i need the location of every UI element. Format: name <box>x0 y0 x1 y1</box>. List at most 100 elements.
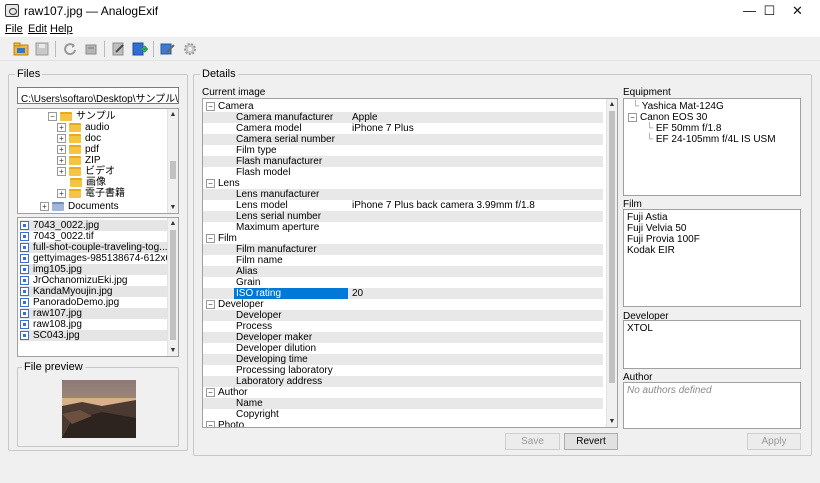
scroll-thumb[interactable] <box>170 161 176 179</box>
property-row[interactable]: Grain <box>203 277 603 288</box>
property-row[interactable]: Name <box>203 398 603 409</box>
file-list-item[interactable]: JrOchanomizuEki.jpg <box>20 275 168 286</box>
collapse-icon[interactable]: − <box>206 101 215 111</box>
developer-list[interactable]: XTOL <box>623 320 801 369</box>
file-list-item[interactable]: gettyimages-985138674-612x61... <box>20 253 168 264</box>
tree-item-ebooks[interactable]: + 電子書籍 <box>57 188 125 199</box>
film-item[interactable]: Fuji Provia 100F <box>627 234 700 245</box>
equipment-tree[interactable]: └ Yashica Mat-124G − Canon EOS 30 └ EF 50… <box>623 98 801 196</box>
save-icon[interactable] <box>33 40 51 58</box>
gear-edit-icon[interactable] <box>159 40 177 58</box>
expand-icon[interactable]: + <box>57 166 66 176</box>
settings-gear-icon[interactable] <box>181 40 199 58</box>
category-row[interactable]: − Camera <box>206 101 254 112</box>
scroll-up-icon[interactable]: ▲ <box>168 109 178 120</box>
property-value[interactable]: iPhone 7 Plus <box>352 123 414 134</box>
film-item[interactable]: Fuji Velvia 50 <box>627 223 686 234</box>
revert-icon[interactable] <box>82 40 100 58</box>
tree-item-pdf[interactable]: + pdf <box>57 144 99 155</box>
scroll-down-icon[interactable]: ▼ <box>168 202 178 213</box>
property-row[interactable]: Developing time <box>203 354 603 365</box>
scroll-up-icon[interactable]: ▲ <box>168 218 178 229</box>
file-list-item[interactable]: full-shot-couple-traveling-tog... <box>20 242 168 253</box>
property-row[interactable]: Camera manufacturer Apple <box>203 112 603 123</box>
tree-item-images[interactable]: 画像 <box>70 177 106 188</box>
close-button[interactable]: ✕ <box>775 0 820 22</box>
developer-item[interactable]: XTOL <box>627 323 653 334</box>
scroll-down-icon[interactable]: ▼ <box>168 345 178 356</box>
tree-item-sample[interactable]: − サンプル <box>48 111 116 122</box>
property-value[interactable]: Apple <box>352 112 378 123</box>
tree-item-zip[interactable]: + ZIP <box>57 155 101 166</box>
property-value[interactable]: iPhone 7 Plus back camera 3.99mm f/1.8 <box>352 200 535 211</box>
path-input[interactable]: C:\Users\softaro\Desktop\サンプル\画像 <box>17 87 179 104</box>
equipment-lens-item[interactable]: └ EF 24-105mm f/4L IS USM <box>646 134 776 145</box>
file-list-item[interactable]: 7043_0022.tif <box>20 231 168 242</box>
film-list[interactable]: Fuji Astia Fuji Velvia 50 Fuji Provia 10… <box>623 209 801 307</box>
menu-edit[interactable]: Edit <box>28 23 47 35</box>
folder-tree[interactable]: − サンプル + audio + doc + pdf + ZIP + ビデオ 画像 + 電子書… <box>17 108 179 214</box>
category-row[interactable]: − Film <box>206 233 237 244</box>
property-row[interactable]: Camera serial number <box>203 134 603 145</box>
tree-item-video[interactable]: + ビデオ <box>57 166 115 177</box>
collapse-icon[interactable]: − <box>628 112 637 122</box>
menu-help[interactable]: Help <box>50 23 73 35</box>
menu-file[interactable]: File <box>5 23 23 35</box>
file-list-item[interactable]: SC043.jpg <box>20 330 168 341</box>
category-row[interactable]: − Photo <box>206 420 244 427</box>
tree-item-audio[interactable]: + audio <box>57 122 109 133</box>
equipment-item[interactable]: − Canon EOS 30 <box>628 112 707 123</box>
file-list[interactable]: 7043_0022.jpg 7043_0022.tif full-shot-co… <box>17 217 179 357</box>
expand-icon[interactable]: + <box>40 201 49 211</box>
property-row[interactable]: Lens model iPhone 7 Plus back camera 3.99… <box>203 200 603 211</box>
collapse-icon[interactable]: − <box>206 387 215 397</box>
property-value[interactable]: 20 <box>352 288 363 299</box>
file-list-scrollbar[interactable]: ▲ ▼ <box>167 218 178 356</box>
property-scrollbar[interactable]: ▲ ▼ <box>606 99 617 427</box>
property-row[interactable]: Developer maker <box>203 332 603 343</box>
property-row[interactable]: Film name <box>203 255 603 266</box>
category-row[interactable]: − Lens <box>206 178 240 189</box>
file-list-item[interactable]: img105.jpg <box>20 264 168 275</box>
export-icon[interactable] <box>131 40 149 58</box>
open-folder-icon[interactable] <box>12 40 30 58</box>
equipment-item[interactable]: └ Yashica Mat-124G <box>632 101 724 112</box>
collapse-icon[interactable]: − <box>206 178 215 188</box>
property-row[interactable]: Lens serial number <box>203 211 603 222</box>
expand-icon[interactable]: + <box>57 188 66 198</box>
file-list-item[interactable]: 7043_0022.jpg <box>20 220 168 231</box>
property-row[interactable]: Flash model <box>203 167 603 178</box>
collapse-icon[interactable]: − <box>206 420 215 427</box>
film-item[interactable]: Kodak EIR <box>627 245 675 256</box>
equipment-lens-item[interactable]: └ EF 50mm f/1.8 <box>646 123 721 134</box>
tree-item-doc[interactable]: + doc <box>57 133 101 144</box>
file-list-item[interactable]: PanoradoDemo.jpg <box>20 297 168 308</box>
property-row[interactable]: Maximum aperture <box>203 222 603 233</box>
expand-icon[interactable]: + <box>57 144 66 154</box>
reload-icon[interactable] <box>61 40 79 58</box>
property-row[interactable]: Alias <box>203 266 603 277</box>
expand-icon[interactable]: + <box>57 133 66 143</box>
tree-scrollbar[interactable]: ▲ ▼ <box>167 109 178 213</box>
collapse-icon[interactable]: − <box>48 111 57 121</box>
file-list-item[interactable]: KandaMyoujin.jpg <box>20 286 168 297</box>
collapse-icon[interactable]: − <box>206 299 215 309</box>
author-list[interactable]: No authors defined <box>623 382 801 429</box>
property-table[interactable]: − Camera Camera manufacturer Apple Camera mo… <box>202 98 618 428</box>
scroll-up-icon[interactable]: ▲ <box>607 99 617 110</box>
apply-button[interactable]: Apply <box>747 433 801 450</box>
property-row[interactable]: Film type <box>203 145 603 156</box>
property-row[interactable]: Copyright <box>203 409 603 420</box>
expand-icon[interactable]: + <box>57 155 66 165</box>
file-list-item-selected[interactable]: raw107.jpg <box>20 308 168 319</box>
scroll-thumb[interactable] <box>170 230 176 340</box>
property-row[interactable]: Developer <box>203 310 603 321</box>
tree-item-documents[interactable]: + Documents <box>40 201 119 212</box>
property-row[interactable]: Film manufacturer <box>203 244 603 255</box>
category-row[interactable]: − Developer <box>206 299 264 310</box>
save-button[interactable]: Save <box>505 433 560 450</box>
file-list-item[interactable]: raw108.jpg <box>20 319 168 330</box>
property-row[interactable]: Camera model iPhone 7 Plus <box>203 123 603 134</box>
revert-button[interactable]: Revert <box>564 433 618 450</box>
property-row[interactable]: Developer dilution <box>203 343 603 354</box>
